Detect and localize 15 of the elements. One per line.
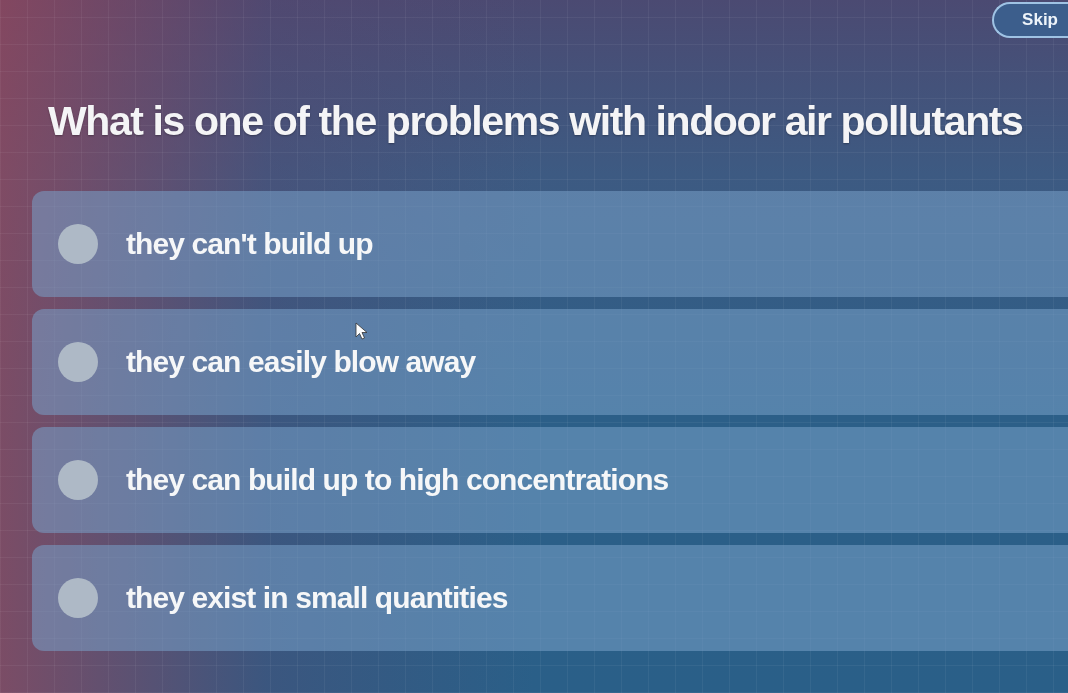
skip-button[interactable]: Skip: [992, 2, 1068, 38]
answer-option[interactable]: they can't build up: [32, 191, 1068, 297]
answer-option[interactable]: they can build up to high concentrations: [32, 427, 1068, 533]
option-label: they can build up to high concentrations: [126, 463, 669, 497]
radio-button[interactable]: [58, 342, 98, 382]
answer-option[interactable]: they exist in small quantities: [32, 545, 1068, 651]
answer-option[interactable]: they can easily blow away: [32, 309, 1068, 415]
option-label: they can't build up: [126, 227, 373, 261]
radio-button[interactable]: [58, 224, 98, 264]
radio-button[interactable]: [58, 460, 98, 500]
question-text: What is one of the problems with indoor air pollutants: [48, 98, 1024, 145]
option-label: they can easily blow away: [126, 345, 476, 379]
mouse-pointer-icon: [355, 322, 369, 340]
radio-button[interactable]: [58, 578, 98, 618]
option-label: they exist in small quantities: [126, 581, 508, 615]
